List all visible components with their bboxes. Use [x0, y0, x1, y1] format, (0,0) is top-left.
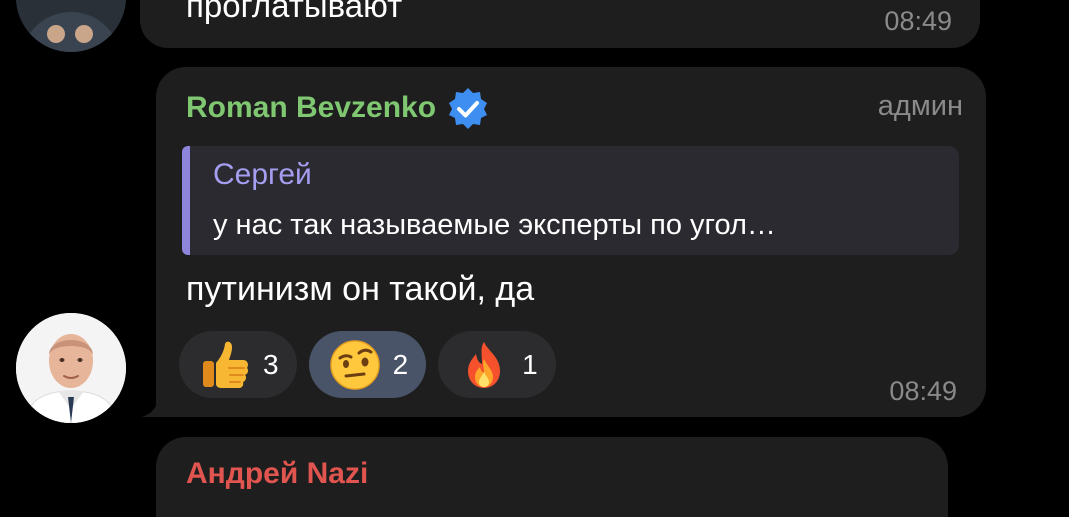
reaction-count: 1 — [522, 348, 538, 380]
reaction-count: 2 — [392, 348, 409, 380]
raised-eyebrow-face-icon — [329, 339, 380, 390]
message-time: 08:49 — [889, 376, 957, 406]
reaction-count: 3 — [263, 348, 279, 380]
reaction-raised-eyebrow[interactable]: 2 — [308, 331, 427, 398]
previous-message-text: проглатывают — [186, 0, 403, 24]
previous-sender-avatar[interactable] — [16, 0, 126, 52]
reactions-row: 3 2 1 — [179, 331, 556, 398]
reply-accent-bar — [182, 146, 190, 255]
avatar-photo — [16, 313, 126, 423]
reply-quote[interactable]: Сергей у нас так называемые эксперты по … — [182, 146, 959, 255]
reaction-thumbs-up[interactable]: 3 — [179, 331, 297, 398]
reply-text: у нас так называемые эксперты по угол… — [213, 209, 776, 241]
fire-icon — [468, 341, 501, 388]
avatar-photo — [16, 0, 126, 52]
verified-badge-icon — [449, 88, 488, 129]
reply-author: Сергей — [213, 158, 312, 191]
sender-avatar[interactable] — [16, 313, 126, 423]
thumbs-up-icon — [203, 341, 249, 388]
sender-row: Roman Bevzenko — [186, 86, 490, 130]
sender-name[interactable]: Roman Bevzenko — [186, 88, 436, 128]
reaction-fire[interactable]: 1 — [438, 331, 556, 398]
message-text: путинизм он такой, да — [186, 270, 535, 308]
next-message-sender[interactable]: Андрей Nazi — [186, 454, 368, 494]
admin-badge: админ — [877, 90, 963, 122]
previous-message-time: 08:49 — [884, 6, 952, 36]
